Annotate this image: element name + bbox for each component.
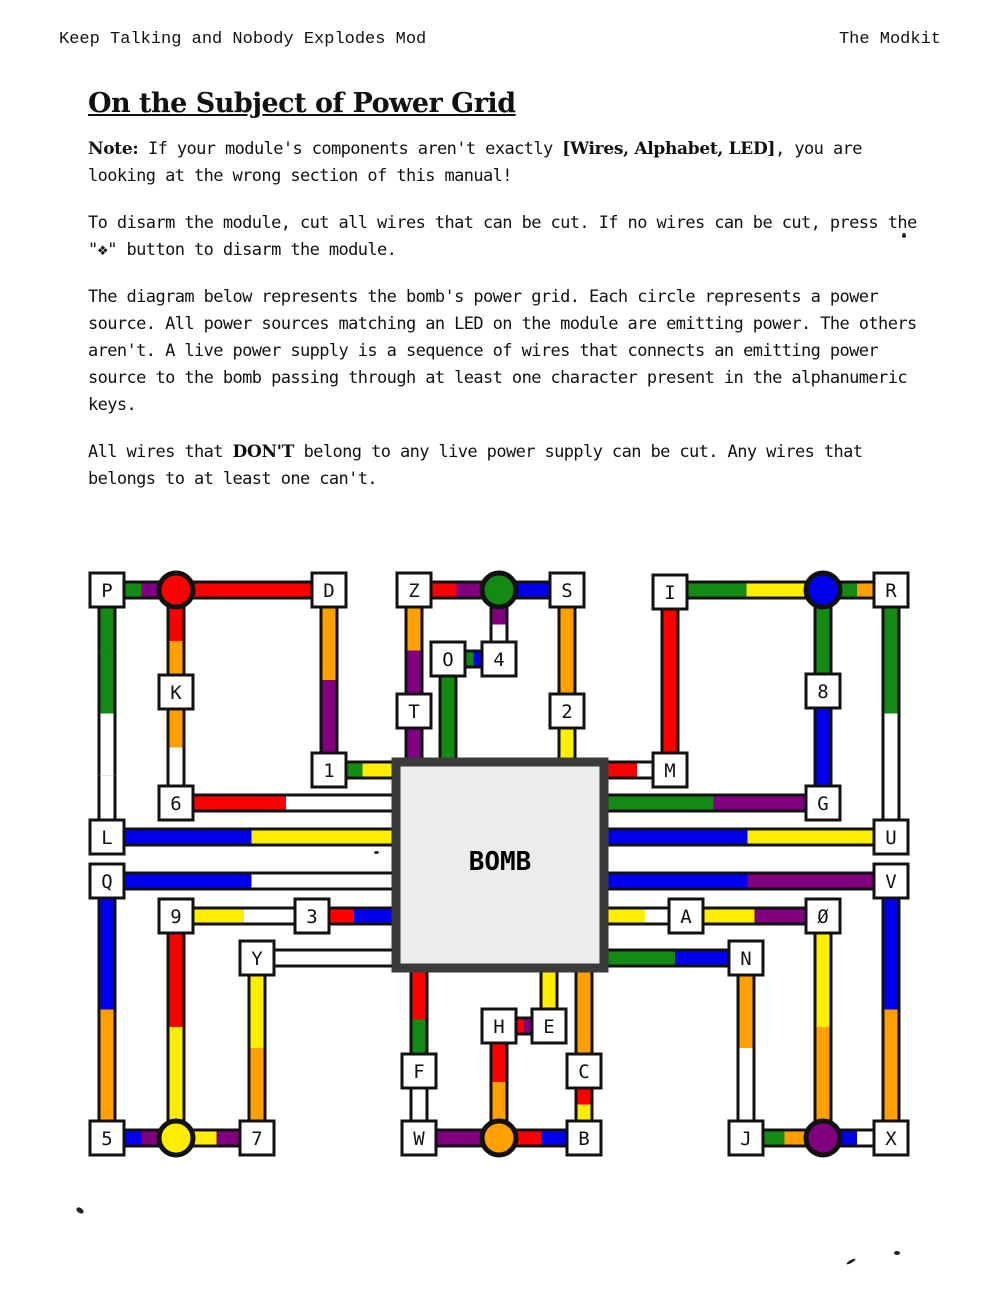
node-14: 6 — [157, 784, 195, 822]
node-22: A — [667, 897, 705, 935]
node-label: X — [885, 1128, 897, 1150]
node-label: 7 — [251, 1128, 262, 1150]
node-label: 3 — [306, 906, 317, 928]
node-7: 4 — [480, 640, 518, 678]
node-9: T — [395, 692, 433, 730]
speck — [374, 851, 379, 854]
node-10: 2 — [548, 692, 586, 730]
node-label: P — [101, 580, 112, 602]
node-label: S — [561, 580, 572, 602]
node-label: L — [101, 827, 112, 849]
speck — [845, 1257, 857, 1266]
node-label: R — [885, 580, 897, 602]
node-label: 9 — [170, 906, 181, 928]
node-label: W — [413, 1128, 425, 1150]
blue-source-icon — [803, 570, 843, 610]
node-11: 8 — [804, 672, 842, 710]
node-label: V — [885, 871, 896, 893]
node-label: Q — [101, 871, 112, 893]
node-label: T — [408, 701, 419, 723]
diagram-description-paragraph: The diagram below represents the bomb's … — [88, 287, 917, 415]
node-label: I — [664, 582, 675, 604]
node-label: G — [817, 793, 828, 815]
node-23: Ø — [804, 897, 842, 935]
node-label: F — [413, 1061, 424, 1083]
cut-rule-dont: DON'T — [232, 442, 295, 462]
node-20: 9 — [157, 897, 195, 935]
node-18: Q — [88, 862, 126, 900]
node-30: 5 — [88, 1119, 126, 1157]
red-source-icon — [156, 570, 196, 610]
node-label: 5 — [101, 1128, 112, 1150]
node-27: E — [530, 1007, 568, 1045]
node-25: N — [727, 939, 765, 977]
node-label: J — [740, 1128, 751, 1150]
node-label: M — [664, 760, 675, 782]
node-0: P — [88, 571, 126, 609]
node-31: 7 — [238, 1119, 276, 1157]
bomb-label: BOMB — [469, 847, 532, 877]
orange-source-icon — [479, 1118, 519, 1158]
disarm-paragraph: To disarm the module, cut all wires that… — [88, 213, 917, 260]
node-35: X — [872, 1119, 910, 1157]
cut-rule-paragraph: All wires that DON'T belong to any live … — [88, 439, 918, 493]
node-label: Z — [408, 580, 419, 602]
node-label: 2 — [561, 701, 572, 723]
speck — [894, 1251, 900, 1255]
node-label: N — [740, 948, 751, 970]
node-3: S — [548, 571, 586, 609]
note-components: [Wires, Alphabet, LED] — [562, 139, 776, 159]
header-left: Keep Talking and Nobody Explodes Mod — [59, 30, 427, 49]
node-33: B — [565, 1119, 603, 1157]
yellow-source-icon — [156, 1118, 196, 1158]
note-paragraph: Note: If your module's components aren't… — [88, 136, 918, 190]
node-12: 1 — [310, 751, 348, 789]
node-label: U — [885, 827, 896, 849]
node-8: K — [157, 673, 195, 711]
node-21: 3 — [293, 897, 331, 935]
node-6: O — [429, 640, 467, 678]
node-label: 8 — [817, 681, 828, 703]
node-17: U — [872, 818, 910, 856]
node-5: R — [872, 571, 910, 609]
node-label: 6 — [170, 793, 181, 815]
node-26: H — [480, 1007, 518, 1045]
node-label: C — [578, 1061, 589, 1083]
note-text-1: If your module's components aren't exact… — [138, 139, 563, 159]
node-1: D — [310, 571, 348, 609]
node-label: B — [578, 1128, 589, 1150]
node-32: W — [400, 1119, 438, 1157]
speck — [902, 233, 906, 238]
node-label: K — [170, 682, 182, 704]
purple-source-icon — [803, 1118, 843, 1158]
node-label: 1 — [323, 760, 334, 782]
node-2: Z — [395, 571, 433, 609]
node-13: M — [651, 751, 689, 789]
note-label: Note: — [88, 139, 139, 159]
node-label: H — [493, 1016, 504, 1038]
speck — [75, 1206, 85, 1215]
node-label: Ø — [817, 906, 829, 928]
node-34: J — [727, 1119, 765, 1157]
power-grid-diagram: BOMB P D Z S I R O 4 K T 2 8 1 M 6 G L U Q V 9 3 A Ø Y N H E F C 5 7 W B J… — [88, 570, 910, 1158]
cut-rule-text-1: All wires that — [88, 442, 233, 462]
green-source-icon — [479, 570, 519, 610]
node-16: L — [88, 818, 126, 856]
node-label: 4 — [493, 649, 504, 671]
node-label: O — [442, 649, 453, 671]
node-label: E — [543, 1016, 554, 1038]
node-label: D — [323, 580, 334, 602]
node-4: I — [651, 573, 689, 611]
page-title: On the Subject of Power Grid — [88, 88, 516, 119]
node-19: V — [872, 862, 910, 900]
node-29: C — [565, 1052, 603, 1090]
node-label: Y — [251, 948, 263, 970]
node-15: G — [804, 784, 842, 822]
node-24: Y — [238, 939, 276, 977]
node-label: A — [680, 906, 692, 928]
header-right: The Modkit — [838, 30, 941, 49]
bomb-box: BOMB — [391, 757, 609, 973]
node-28: F — [400, 1052, 438, 1090]
